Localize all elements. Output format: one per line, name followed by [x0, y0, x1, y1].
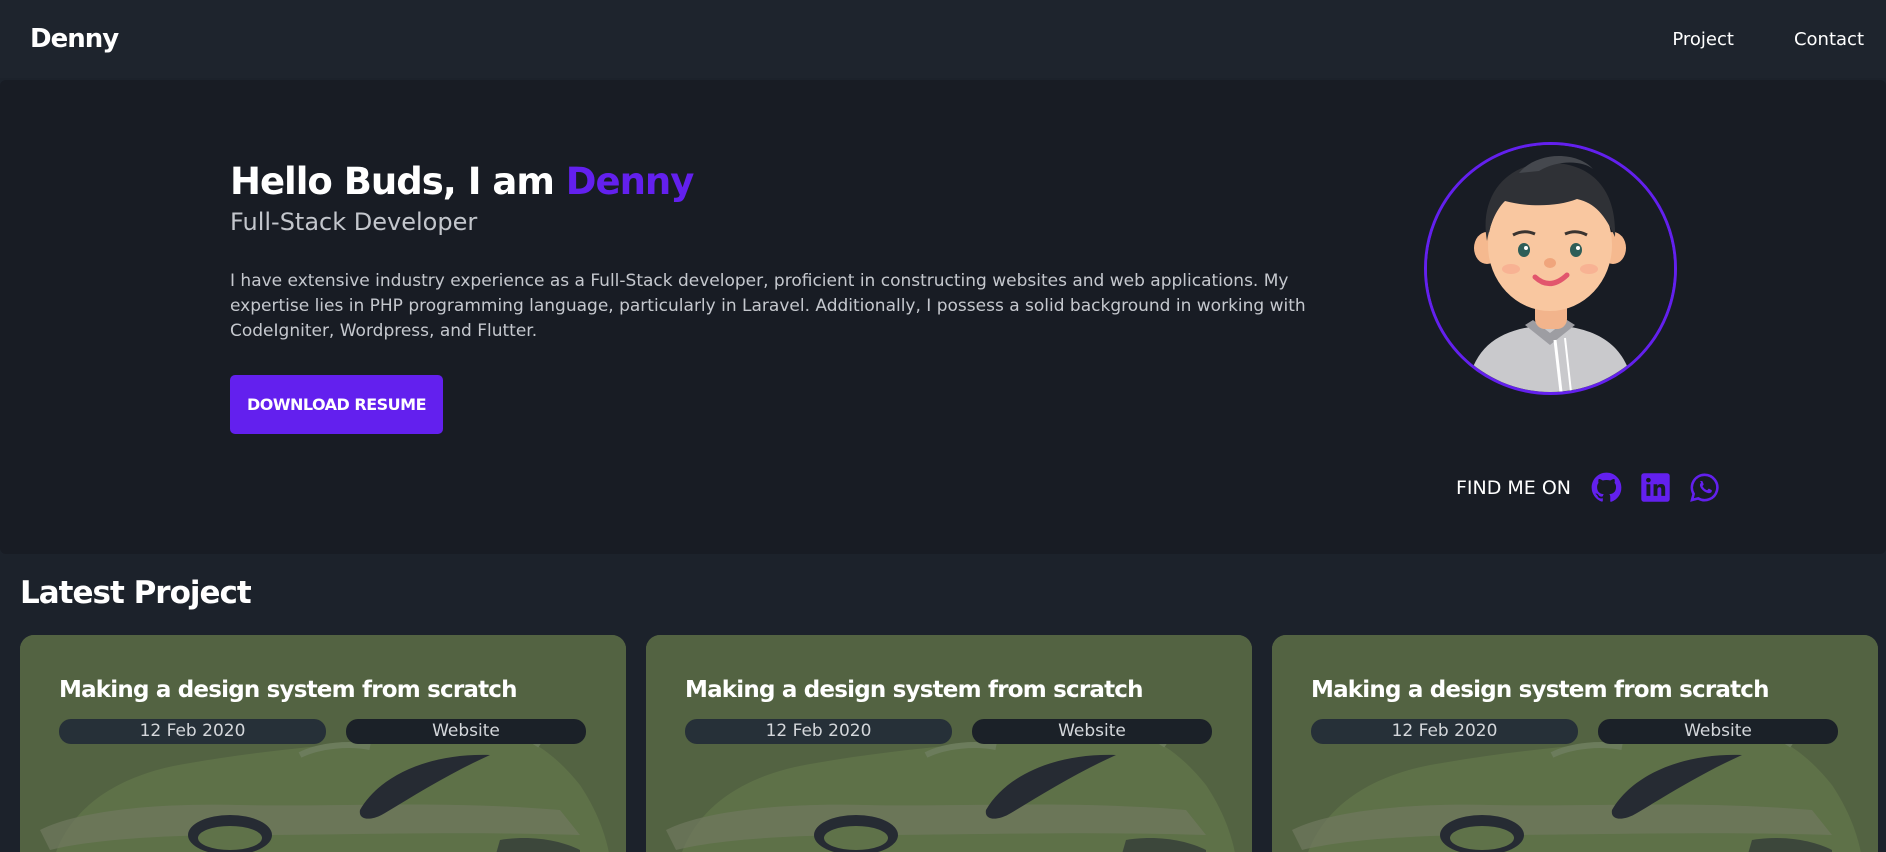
nav-link-contact[interactable]: Contact — [1794, 29, 1864, 50]
hero-subtitle: Full-Stack Developer — [230, 208, 478, 236]
project-card-type: Website — [346, 719, 586, 744]
hero-title: Hello Buds, I am Denny — [230, 160, 695, 203]
avatar — [1424, 142, 1677, 395]
nav-link-project[interactable]: Project — [1672, 29, 1734, 50]
find-me-label: FIND ME ON — [1456, 476, 1572, 499]
project-card-type: Website — [972, 719, 1212, 744]
linkedin-icon[interactable] — [1640, 472, 1671, 503]
latest-project-title: Latest Project — [20, 575, 252, 611]
brand-logo[interactable]: Denny — [30, 24, 119, 54]
hero-name: Denny — [565, 160, 695, 203]
github-icon[interactable] — [1591, 472, 1622, 503]
hero-section: Hello Buds, I am Denny Full-Stack Develo… — [0, 80, 1886, 554]
avatar-illustration — [1427, 145, 1674, 392]
project-card-type: Website — [1598, 719, 1838, 744]
project-card[interactable]: Making a design system from scratch 12 F… — [1272, 635, 1878, 852]
project-card-title: Making a design system from scratch — [1311, 677, 1770, 703]
project-card-title: Making a design system from scratch — [685, 677, 1144, 703]
download-resume-button[interactable]: DOWNLOAD RESUME — [230, 375, 443, 434]
project-card-title: Making a design system from scratch — [59, 677, 518, 703]
project-card[interactable]: Making a design system from scratch 12 F… — [646, 635, 1252, 852]
project-card-date: 12 Feb 2020 — [1311, 719, 1578, 744]
project-card-date: 12 Feb 2020 — [685, 719, 952, 744]
project-card[interactable]: Making a design system from scratch 12 F… — [20, 635, 626, 852]
top-navbar: Denny Project Contact — [0, 0, 1886, 78]
hero-greeting: Hello Buds, I am — [230, 160, 566, 203]
hero-description: I have extensive industry experience as … — [230, 271, 1306, 341]
project-cards: Making a design system from scratch 12 F… — [20, 635, 1880, 852]
project-card-date: 12 Feb 2020 — [59, 719, 326, 744]
whatsapp-icon[interactable] — [1689, 472, 1720, 503]
nav-links: Project Contact — [1672, 29, 1864, 50]
find-me-on: FIND ME ON — [1456, 472, 1720, 503]
